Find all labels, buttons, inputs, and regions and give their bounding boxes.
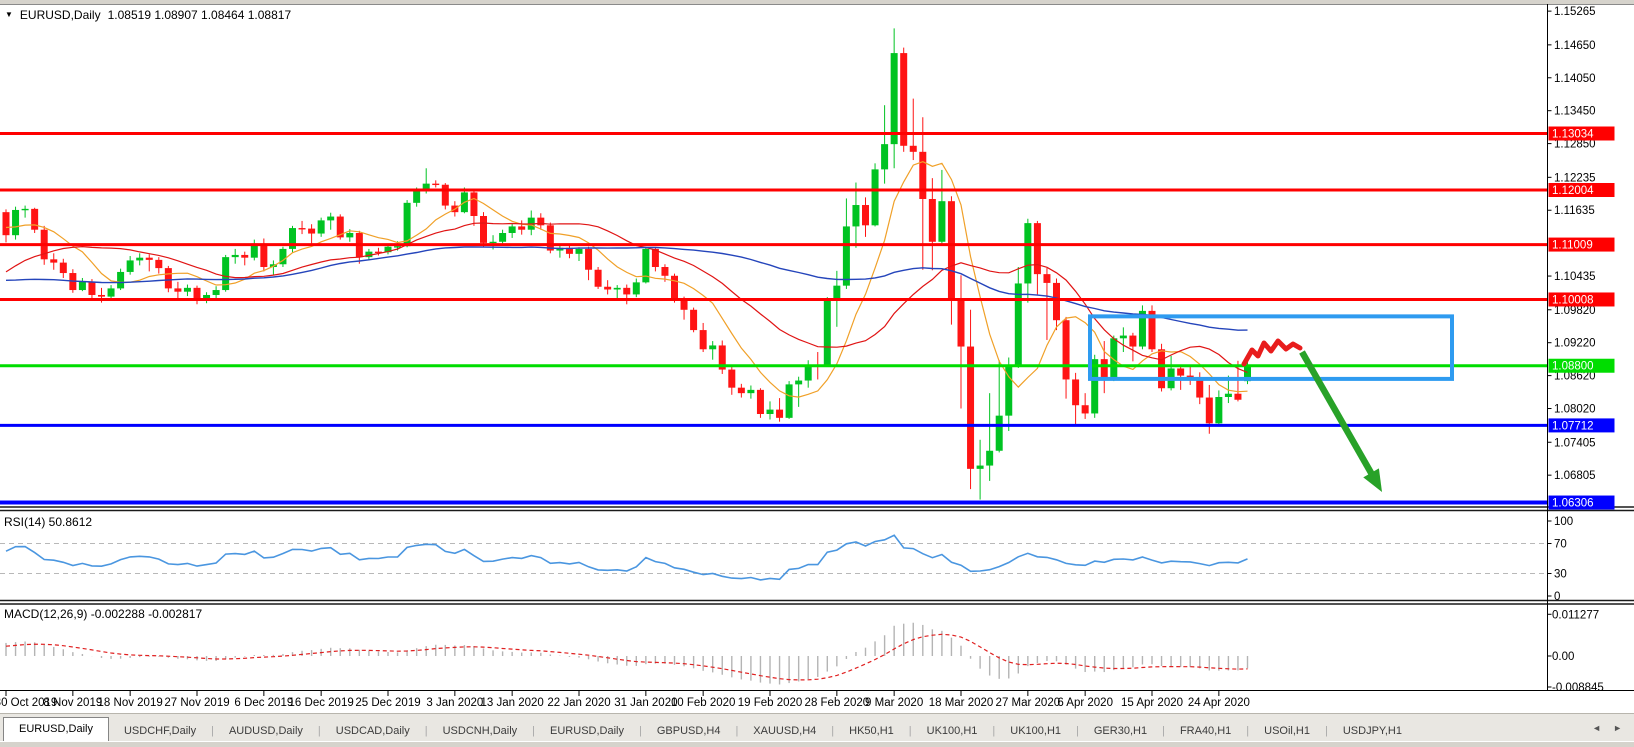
macd-axis-label: 0.00 xyxy=(1552,651,1574,663)
price-line-axis-label: 1.07712 xyxy=(1552,420,1594,432)
price-tick-label: 1.14050 xyxy=(1554,73,1596,85)
date-tick-label: 9 Mar 2020 xyxy=(865,697,923,709)
rsi-axis-label: 0 xyxy=(1554,591,1560,603)
price-axis[interactable]: 1.152651.146501.140501.134501.128501.122… xyxy=(1548,6,1615,509)
chart-tab-bar: EURUSD,DailyUSDCHF,Daily|AUDUSD,Daily|US… xyxy=(0,713,1634,741)
date-tick-label: 15 Apr 2020 xyxy=(1121,697,1183,709)
candles-layer xyxy=(3,28,1252,499)
chart-tab-usdjpy-h1[interactable]: USDJPY,H1 xyxy=(1328,721,1417,741)
date-tick-label: 13 Jan 2020 xyxy=(480,697,543,709)
price-line-axis-label: 1.10008 xyxy=(1552,294,1594,306)
chart-tab-fra40-h1[interactable]: FRA40,H1 xyxy=(1165,721,1246,741)
chart-canvas[interactable]: 1.152651.146501.140501.134501.128501.122… xyxy=(0,0,1634,712)
date-tick-label: 8 Nov 2019 xyxy=(43,697,102,709)
tabs-scroll-right-icon[interactable]: ► xyxy=(1613,723,1622,733)
rsi-panel: 100 70 30 0 xyxy=(0,516,1573,603)
chart-tab-usdcnh-daily[interactable]: USDCNH,Daily xyxy=(428,721,533,741)
date-tick-label: 6 Apr 2020 xyxy=(1057,697,1113,709)
chart-tabs: EURUSD,DailyUSDCHF,Daily|AUDUSD,Daily|US… xyxy=(0,714,1580,741)
date-tick-label: 27 Mar 2020 xyxy=(996,697,1061,709)
date-tick-label: 10 Feb 2020 xyxy=(671,697,736,709)
price-tick-label: 1.10435 xyxy=(1554,271,1596,283)
date-tick-label: 6 Dec 2019 xyxy=(234,697,293,709)
tabs-scroll-left-icon[interactable]: ◄ xyxy=(1592,723,1601,733)
date-tick-label: 25 Dec 2019 xyxy=(355,697,420,709)
chart-tab-ger30-h1[interactable]: GER30,H1 xyxy=(1079,721,1162,741)
date-tick-label: 27 Nov 2019 xyxy=(164,697,229,709)
date-tick-label: 16 Dec 2019 xyxy=(289,697,354,709)
price-line-axis-label: 1.08800 xyxy=(1552,361,1594,373)
chart-tab-eurusd-daily[interactable]: EURUSD,Daily xyxy=(3,717,109,741)
chart-area[interactable]: 1.152651.146501.140501.134501.128501.122… xyxy=(0,0,1634,717)
price-tick-label: 1.09220 xyxy=(1554,338,1596,350)
chart-ohlc-values: 1.08519 1.08907 1.08464 1.08817 xyxy=(108,8,292,22)
price-tick-label: 1.08020 xyxy=(1554,404,1596,416)
down-arrow-annotation[interactable] xyxy=(1302,352,1374,478)
status-bar xyxy=(0,741,1634,747)
date-tick-label: 22 Jan 2020 xyxy=(547,697,610,709)
price-tick-label: 1.07405 xyxy=(1554,437,1596,449)
chart-tab-eurusd-daily[interactable]: EURUSD,Daily xyxy=(535,721,639,741)
chart-tab-hk50-h1[interactable]: HK50,H1 xyxy=(834,721,909,741)
chart-symbol-label: EURUSD,Daily xyxy=(20,8,101,22)
date-tick-label: 31 Jan 2020 xyxy=(614,697,677,709)
chart-tab-uk100-h1[interactable]: UK100,H1 xyxy=(912,721,993,741)
price-tick-label: 1.13450 xyxy=(1554,106,1596,118)
chart-tab-usdchf-daily[interactable]: USDCHF,Daily xyxy=(109,721,211,741)
tab-scroll-controls: ◄ ► xyxy=(1580,714,1634,741)
rsi-axis-label: 100 xyxy=(1554,516,1573,528)
chart-tab-xauusd-h4[interactable]: XAUUSD,H4 xyxy=(738,721,831,741)
chart-title: ▼ EURUSD,Daily 1.08519 1.08907 1.08464 1… xyxy=(5,8,291,22)
price-tick-label: 1.11635 xyxy=(1554,205,1595,217)
date-tick-label: 3 Jan 2020 xyxy=(426,697,483,709)
rsi-axis-label: 30 xyxy=(1554,569,1567,581)
date-tick-label: 24 Apr 2020 xyxy=(1188,697,1250,709)
chart-tab-audusd-daily[interactable]: AUDUSD,Daily xyxy=(214,721,318,741)
rsi-axis-label: 70 xyxy=(1554,539,1567,551)
price-tick-label: 1.09820 xyxy=(1554,305,1596,317)
date-tick-label: 19 Feb 2020 xyxy=(738,697,803,709)
date-axis[interactable]: 30 Oct 20198 Nov 201918 Nov 201927 Nov 2… xyxy=(0,691,1250,709)
price-squiggle-annotation[interactable] xyxy=(1244,341,1300,364)
chart-tab-gbpusd-h4[interactable]: GBPUSD,H4 xyxy=(642,721,736,741)
symbol-menu-toggle-icon[interactable]: ▼ xyxy=(5,9,13,21)
mt4-chart-window: { "title": { "symbol": "EURUSD,Daily", "… xyxy=(0,0,1634,747)
price-tick-label: 1.12235 xyxy=(1554,172,1596,184)
date-tick-label: 18 Nov 2019 xyxy=(98,697,163,709)
chart-tab-uk100-h1[interactable]: UK100,H1 xyxy=(995,721,1076,741)
price-line-axis-label: 1.11009 xyxy=(1552,240,1593,252)
price-tick-label: 1.15265 xyxy=(1554,6,1596,18)
chart-tab-usdcad-daily[interactable]: USDCAD,Daily xyxy=(321,721,425,741)
macd-axis-label: -0.008845 xyxy=(1552,682,1604,694)
price-tick-label: 1.06805 xyxy=(1554,470,1596,482)
macd-axis-label: 0.011277 xyxy=(1552,609,1599,621)
date-tick-label: 18 Mar 2020 xyxy=(929,697,994,709)
macd-panel: 0.011277 0.00 -0.008845 xyxy=(6,609,1604,694)
macd-indicator-label: MACD(12,26,9) -0.002288 -0.002817 xyxy=(4,607,202,621)
price-tick-label: 1.14650 xyxy=(1554,40,1596,52)
date-tick-label: 28 Feb 2020 xyxy=(805,697,870,709)
moving-averages-layer xyxy=(6,162,1248,397)
price-line-axis-label: 1.06306 xyxy=(1552,498,1594,510)
chart-tab-usoil-h1[interactable]: USOil,H1 xyxy=(1249,721,1325,741)
price-line-axis-label: 1.13034 xyxy=(1552,129,1594,141)
rsi-indicator-label: RSI(14) 50.8612 xyxy=(4,515,92,529)
price-line-axis-label: 1.12004 xyxy=(1552,185,1594,197)
